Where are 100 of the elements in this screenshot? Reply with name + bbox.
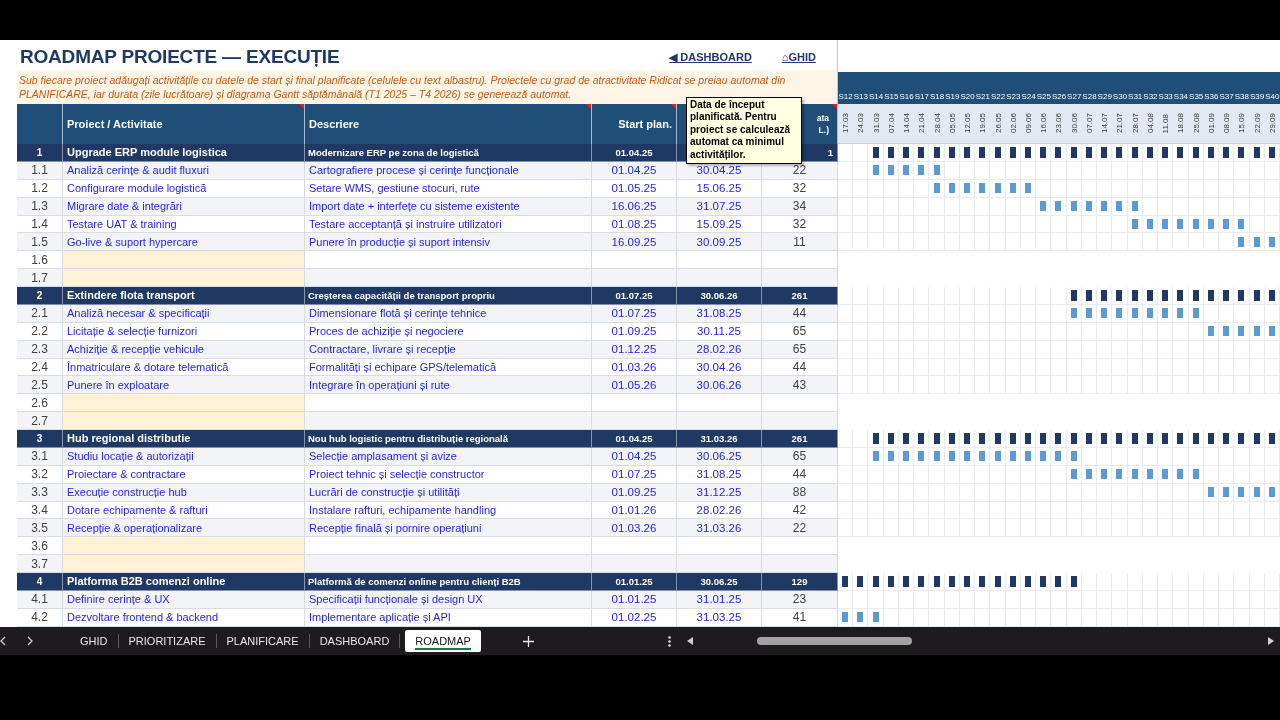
activity-description-cell: Proces de achiziție și negociere [305, 322, 592, 340]
week-date-label: 21.07 [1115, 113, 1125, 134]
nav-link[interactable]: ◀ DASHBOARD [669, 50, 752, 64]
week-date-label: 21.04 [917, 113, 927, 134]
project-name-cell: Extindere flota transport [63, 287, 305, 304]
start-date-cell: 01.08.25 [592, 215, 677, 233]
activity-name-cell: Definire cerințe & UX [63, 590, 305, 608]
week-label: S16 [898, 92, 915, 101]
column-header: Proiect / Activitate [67, 118, 163, 130]
project-name-cell: Upgrade ERP module logistica [63, 144, 305, 161]
duration-cell: 261 [762, 287, 838, 304]
row-number-cell: 4 [17, 573, 63, 590]
plus-icon[interactable] [522, 635, 534, 647]
row-number-cell: 3.3 [17, 483, 63, 501]
activity-input-field[interactable] [63, 251, 305, 269]
end-date-cell: 30.06.26 [677, 287, 762, 304]
nav-link[interactable]: ⌂GHID [781, 50, 816, 64]
week-date-label: 16.06 [1039, 113, 1049, 134]
more-options-icon[interactable] [667, 635, 671, 647]
end-date-cell: 31.12.25 [677, 483, 762, 501]
week-label: S39 [1249, 92, 1265, 101]
activity-name-cell: Analiză cerințe & audit fluxuri [63, 161, 305, 179]
activity-name-cell: Migrare date & integrări [63, 197, 305, 215]
row-number-cell: 1.1 [17, 161, 63, 179]
row-number-cell: 1.3 [17, 197, 63, 215]
activity-description-cell: Punere în producție și suport intensiv [305, 233, 592, 251]
start-date-cell: 01.03.26 [592, 519, 677, 537]
duration-cell: 34 [762, 197, 838, 215]
activity-description-cell: Integrare în operațiuni și rute [305, 376, 592, 394]
week-date-label: 11.08 [1161, 113, 1171, 134]
week-date-label: 18.08 [1176, 113, 1186, 134]
week-label: S40 [1264, 92, 1280, 101]
row-number-cell: 3.2 [17, 465, 63, 483]
week-date-label: 30.06 [1069, 113, 1079, 134]
week-date-label: 24.03 [856, 113, 866, 134]
sheet-tab[interactable]: ROADMAP [405, 630, 481, 652]
end-date-cell: 15.06.25 [677, 179, 762, 197]
week-date-label: 04.08 [1145, 113, 1155, 134]
end-date-cell: 30.04.26 [677, 358, 762, 376]
scroll-right-icon[interactable] [1268, 637, 1274, 645]
sheet-tab[interactable]: PLANIFICARE [216, 630, 309, 652]
chevron-left-icon[interactable] [0, 636, 6, 646]
project-description-cell: Modernizare ERP pe zona de logistică [305, 144, 592, 161]
scrollbar-thumb[interactable] [756, 637, 912, 645]
sheet-tab[interactable]: PRIORITIZARE [118, 630, 216, 652]
project-description-cell: Nou hub logistic pentru distribuție regională [305, 430, 592, 447]
scroll-left-icon[interactable] [686, 637, 693, 645]
row-number-cell: 4.2 [17, 608, 63, 626]
week-label: S15 [883, 92, 899, 101]
activity-name-cell: Configurare module logistică [63, 179, 305, 197]
week-label: S22 [990, 92, 1006, 101]
week-date-label: 14.07 [1100, 113, 1110, 134]
project-name-cell: Hub regional distributie [63, 430, 305, 447]
sheet-tab[interactable]: GHID [70, 630, 118, 652]
end-date-cell: 30.11.25 [677, 322, 762, 340]
week-label: S27 [1066, 92, 1082, 101]
end-date-cell: 31.08.25 [677, 465, 762, 483]
end-date-cell: 31.03.25 [677, 608, 762, 626]
week-label: S37 [1219, 92, 1235, 101]
week-date-label: 19.05 [978, 113, 988, 134]
activity-input-field[interactable] [63, 394, 305, 412]
end-date-cell: 31.03.26 [677, 430, 762, 447]
row-number-cell: 3.1 [17, 447, 63, 465]
row-number-cell: 2.2 [17, 322, 63, 340]
activity-name-cell: Execuție construcție hub [63, 483, 305, 501]
duration-cell: 65 [762, 447, 838, 465]
activity-name-cell: Go-live & suport hypercare [63, 233, 305, 251]
chevron-right-icon[interactable] [27, 636, 33, 646]
activity-description-cell: Cartografiere procese și cerințe funcționale [305, 161, 592, 179]
activity-description-cell: Testare acceptanță și instruire utilizatori [305, 215, 592, 233]
activity-description-cell: Dimensionare flotă și cerințe tehnice [305, 304, 592, 322]
activity-input-field[interactable] [63, 555, 305, 572]
week-date-label: 17.03 [841, 113, 851, 134]
project-description-cell: Creșterea capacității de transport propriu [305, 287, 592, 304]
sheet-tab[interactable]: DASHBOARD [309, 630, 400, 652]
activity-name-cell: Licitație & selecție furnizori [63, 322, 305, 340]
activity-description-cell: Setare WMS, gestiune stocuri, rute [305, 179, 592, 197]
activity-description-cell: Import date + interfețe cu sisteme existente [305, 197, 592, 215]
activity-name-cell: Testare UAT & training [63, 215, 305, 233]
duration-cell: 44 [762, 465, 838, 483]
activity-name-cell: Proiectare & contractare [63, 465, 305, 483]
activity-description-cell: Specificații funcționale și design UX [305, 590, 592, 608]
start-date-cell: 01.09.25 [592, 322, 677, 340]
activity-input-field[interactable] [63, 412, 305, 429]
start-date-cell: 01.04.25 [592, 161, 677, 179]
activity-description-cell: Selecție amplasament și avize [305, 447, 592, 465]
activity-input-field[interactable] [63, 269, 305, 286]
week-label: S33 [1158, 92, 1174, 101]
week-date-label: 25.08 [1191, 113, 1201, 134]
week-date-label: 08.09 [1222, 113, 1232, 134]
duration-cell: 22 [762, 519, 838, 537]
end-date-cell: 15.09.25 [677, 215, 762, 233]
week-label: S28 [1081, 92, 1098, 101]
project-name-cell: Platforma B2B comenzi online [63, 573, 305, 590]
activity-name-cell: Înmatriculare & dotare telematică [63, 358, 305, 376]
week-date-label: 22.09 [1252, 113, 1262, 134]
week-date-label: 15.09 [1237, 113, 1247, 134]
start-date-cell: 01.01.25 [592, 590, 677, 608]
start-date-cell: 01.04.25 [592, 144, 677, 161]
activity-input-field[interactable] [63, 537, 305, 555]
